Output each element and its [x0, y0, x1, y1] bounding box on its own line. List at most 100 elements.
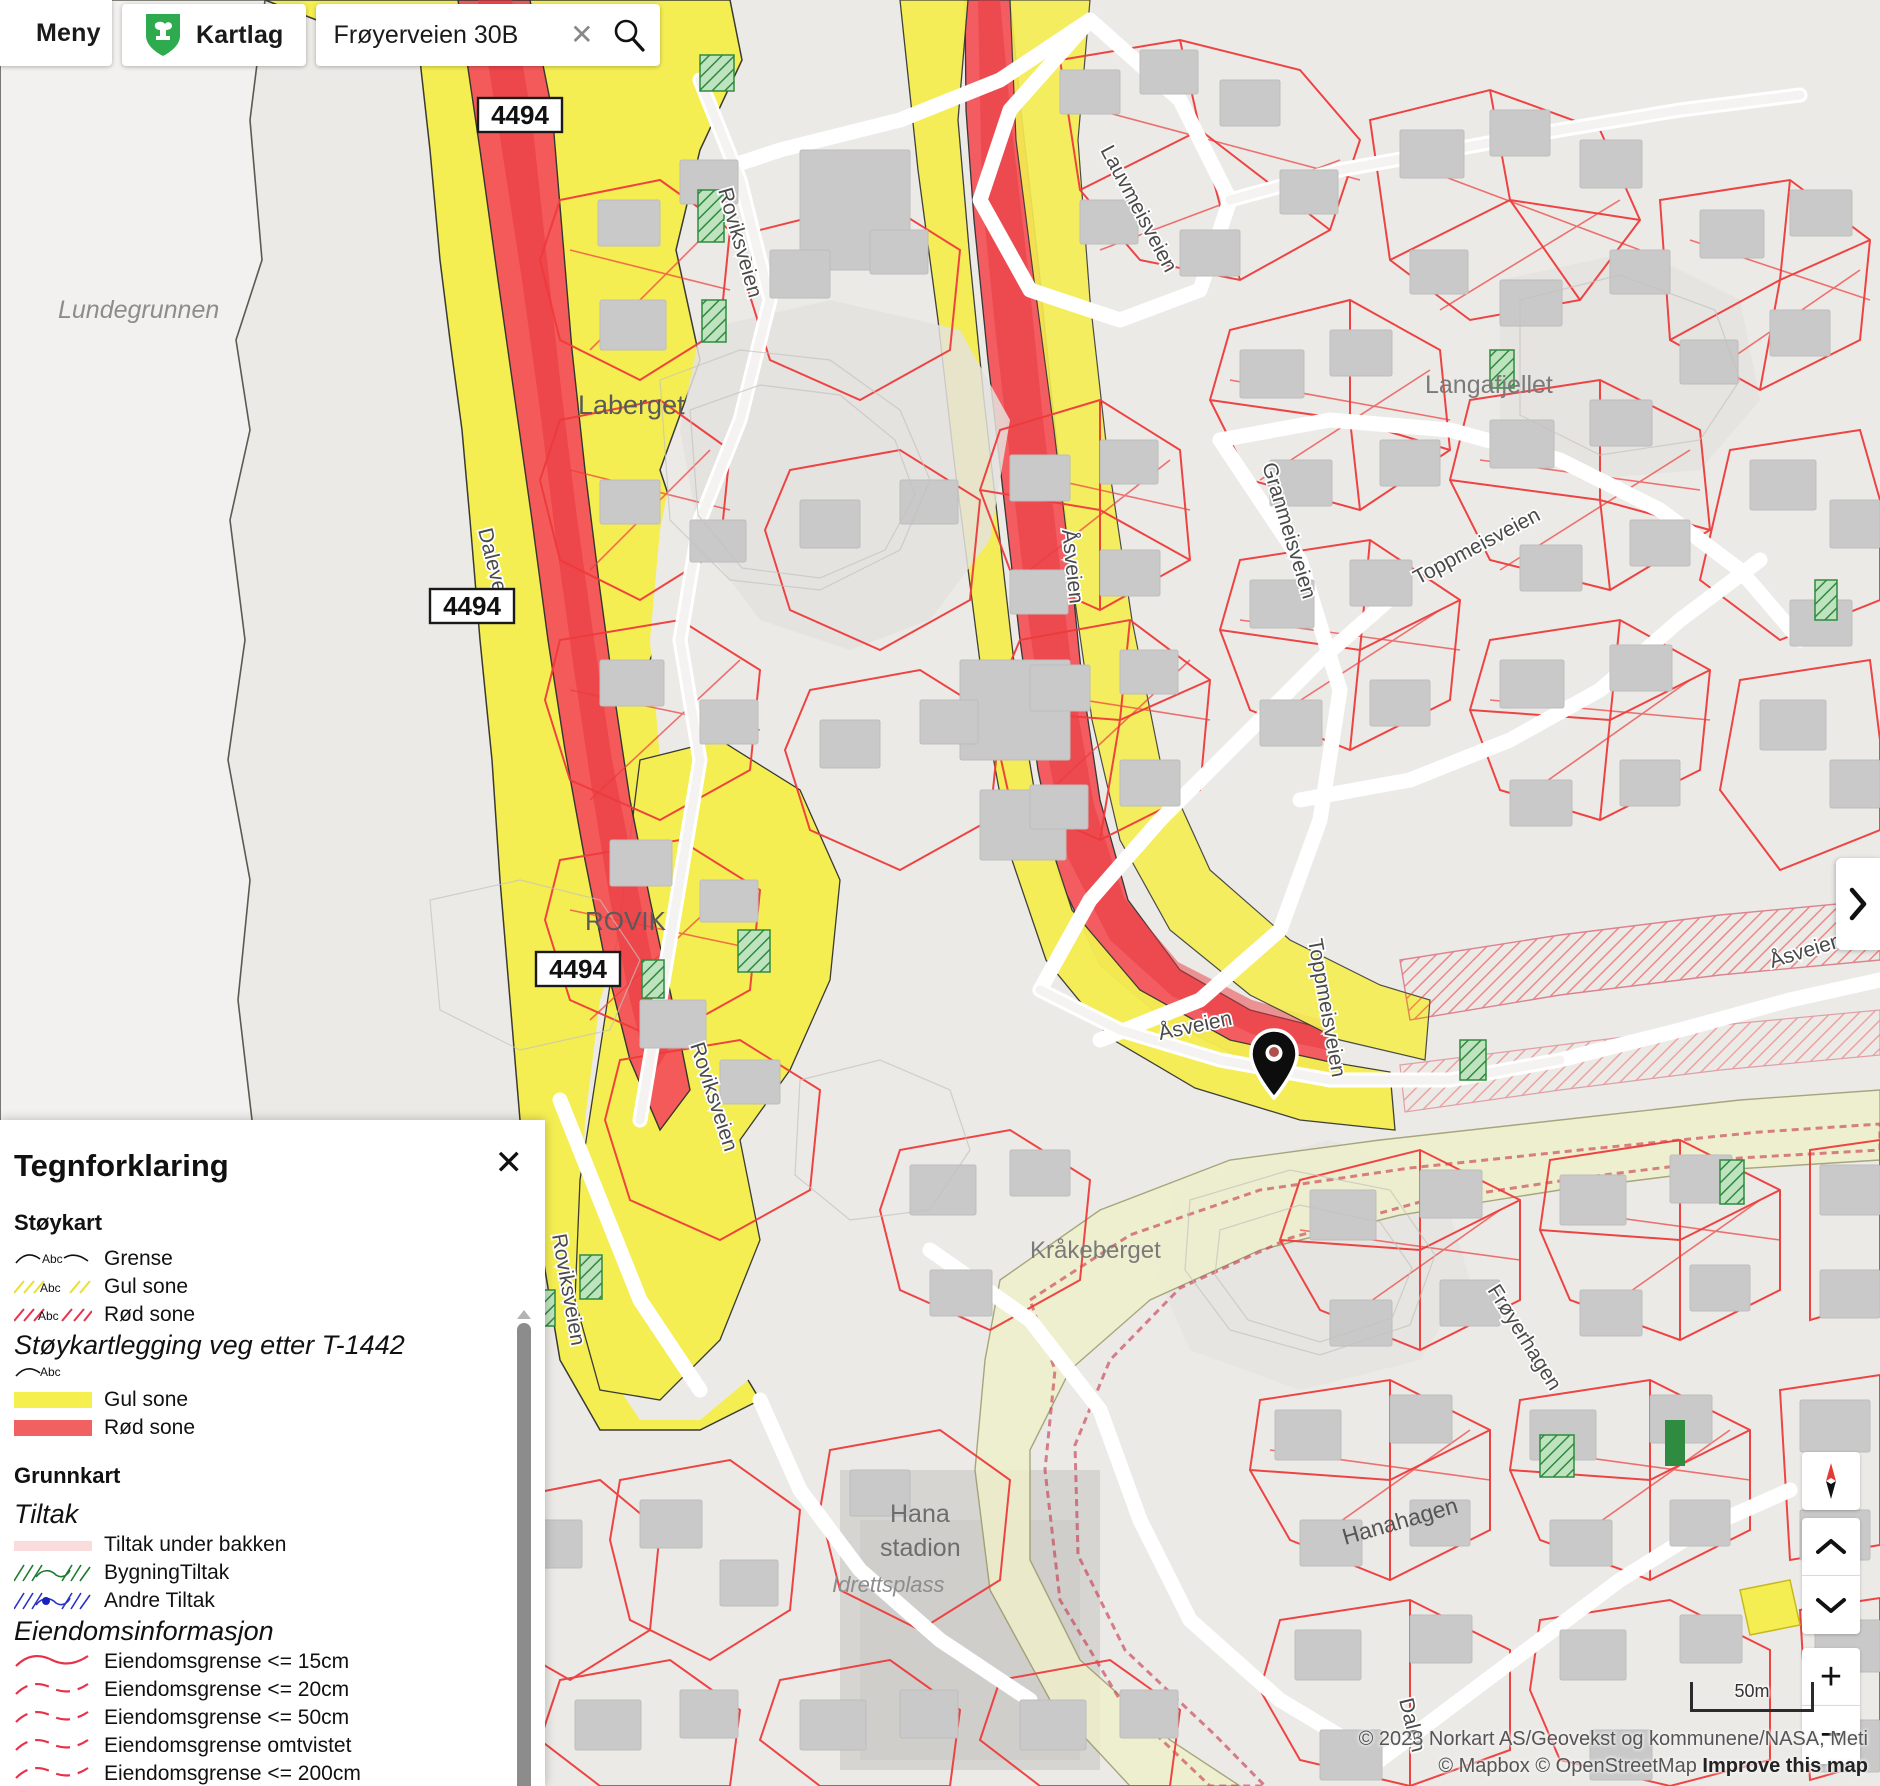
map-controls: + − — [1802, 1452, 1860, 1764]
compass-button[interactable] — [1802, 1452, 1860, 1510]
line-label-abc-icon: Abc — [14, 1247, 92, 1271]
legend-subheading: Støykartlegging veg etter T-1442 — [14, 1330, 405, 1360]
search-icon[interactable] — [612, 18, 646, 52]
search-box[interactable]: ✕ — [315, 4, 660, 66]
map-attribution: © 2023 Norkart AS/Geovekst og kommunene/… — [1359, 1726, 1868, 1780]
legend-item-label: Eiendomsgrense <= 20cm — [104, 1678, 350, 1701]
search-input[interactable] — [333, 20, 559, 50]
scale-bar-label: 50m — [1734, 1681, 1770, 1701]
improve-this-map-link[interactable]: Improve this map — [1702, 1755, 1868, 1777]
shield-logo-icon — [144, 12, 182, 58]
map-pin-marker[interactable] — [1248, 1028, 1300, 1101]
line-label-abc-icon: Abc — [14, 1362, 92, 1386]
legend-body: Støykart Abc Grense Abc Gul sone Abc Rød… — [0, 1190, 545, 1786]
swatch-pink-icon — [14, 1533, 92, 1557]
map-place-label: Laberget — [578, 390, 685, 420]
legend-item[interactable]: Rød sone — [14, 1415, 505, 1441]
legend-item[interactable]: Andre Tiltak — [14, 1588, 505, 1614]
tilt-down-button[interactable] — [1802, 1576, 1860, 1634]
map-place-label: Lundegrunnen — [58, 296, 219, 324]
map-place-label: Idrettsplass — [832, 1572, 945, 1597]
legend-item-label: Eiendomsgrense omtvistet — [104, 1734, 352, 1757]
road-shield-label: 4494 — [549, 954, 607, 984]
hatch-red-abc-icon: Abc — [14, 1303, 92, 1327]
legend-item-label: Eiendomsgrense <= 200cm — [104, 1762, 361, 1785]
legend-item-label: BygningTiltak — [104, 1561, 230, 1584]
kartlag-button[interactable]: Kartlag — [122, 4, 306, 66]
legend-item-label: Tiltak under bakken — [104, 1533, 287, 1556]
legend-header: Tegnforklaring ✕ — [0, 1120, 545, 1190]
legend-subheading: Eiendomsinformasjon — [14, 1616, 274, 1646]
map-place-label: Langafjellet — [1425, 371, 1553, 399]
legend-title: Tegnforklaring — [14, 1148, 229, 1183]
kartlag-button-label: Kartlag — [196, 20, 284, 49]
legend-item[interactable]: BygningTiltak — [14, 1560, 505, 1586]
legend-item-label: Gul sone — [104, 1388, 189, 1411]
close-icon[interactable]: ✕ — [558, 21, 605, 49]
legend-panel: Tegnforklaring ✕ Støykart Abc Grense Abc… — [0, 1120, 545, 1786]
legend-item[interactable]: Gul sone — [14, 1387, 505, 1413]
road-shield: 4494 — [476, 96, 564, 134]
road-shield: 4494 — [534, 950, 622, 988]
legend-item[interactable]: Eiendomsgrense <= 50cm — [14, 1705, 505, 1731]
legend-item[interactable]: Abc Gul sone — [14, 1274, 505, 1300]
legend-sub-symbol-row: Abc — [14, 1363, 505, 1385]
swatch-red-icon — [14, 1416, 92, 1440]
attribution-line-2: © Mapbox © OpenStreetMap Improve this ma… — [1359, 1753, 1868, 1780]
map-place-label: Hana — [890, 1500, 950, 1528]
side-panel-toggle[interactable] — [1836, 858, 1880, 950]
menu-button-label: Meny — [36, 18, 101, 47]
svg-text:Abc: Abc — [40, 1365, 61, 1379]
curve-red-dash-icon — [14, 1762, 92, 1786]
legend-scrollbar[interactable] — [517, 1310, 531, 1786]
map-place-label: stadion — [880, 1534, 961, 1562]
legend-item[interactable]: Eiendomsgrense <= 20cm — [14, 1677, 505, 1703]
legend-item-label: Rød sone — [104, 1303, 196, 1326]
swatch-yellow-icon — [14, 1388, 92, 1412]
svg-text:Abc: Abc — [40, 1281, 61, 1295]
hatch-green-scribble-icon — [14, 1561, 92, 1585]
hatch-yellow-abc-icon: Abc — [14, 1275, 92, 1299]
legend-item-label: Gul sone — [104, 1275, 189, 1298]
legend-item-label: Eiendomsgrense <= 15cm — [104, 1650, 350, 1673]
map-application: Lundegrunnen Laberget ROVIK Langafjellet Krå… — [0, 0, 1880, 1786]
hatch-blue-scribble-icon — [14, 1589, 92, 1613]
chevron-up-icon — [1816, 1538, 1846, 1554]
curve-red-dash-icon — [14, 1678, 92, 1702]
legend-item-label: Grense — [104, 1247, 173, 1270]
menu-button[interactable]: Meny — [0, 0, 112, 66]
close-icon[interactable]: ✕ — [495, 1146, 524, 1180]
legend-item[interactable]: Abc Grense — [14, 1246, 505, 1272]
legend-item[interactable]: Eiendomsgrense <= 15cm — [14, 1649, 505, 1675]
svg-text:Abc: Abc — [38, 1309, 59, 1323]
chevron-right-icon — [1849, 887, 1867, 921]
compass-needle-icon — [1826, 1463, 1836, 1499]
road-shield: 4494 — [428, 587, 516, 625]
svg-text:Abc: Abc — [42, 1252, 63, 1266]
curve-red-dash-icon — [14, 1706, 92, 1730]
legend-item[interactable]: Eiendomsgrense omtvistet — [14, 1733, 505, 1759]
road-shield-label: 4494 — [491, 100, 549, 130]
tilt-up-button[interactable] — [1802, 1518, 1860, 1576]
road-shield-label: 4494 — [443, 591, 501, 621]
scroll-up-arrow-icon[interactable] — [517, 1310, 531, 1319]
curve-red-solid-icon — [14, 1650, 92, 1674]
scrollbar-thumb[interactable] — [517, 1323, 531, 1786]
top-toolbar: Meny Kartlag ✕ — [0, 0, 660, 66]
legend-group-heading: Grunnkart — [14, 1463, 121, 1488]
map-place-label: Kråkeberget — [1030, 1237, 1161, 1264]
attribution-line-2-text: © Mapbox © OpenStreetMap — [1438, 1755, 1703, 1777]
legend-item[interactable]: Abc Rød sone — [14, 1302, 505, 1328]
chevron-down-icon — [1816, 1598, 1846, 1613]
legend-item[interactable]: Tiltak under bakken — [14, 1532, 505, 1558]
legend-subheading: Tiltak — [14, 1499, 79, 1529]
attribution-line-1: © 2023 Norkart AS/Geovekst og kommunene/… — [1358, 1728, 1868, 1750]
zoom-in-label: + — [1819, 1655, 1843, 1698]
legend-item-label: Rød sone — [104, 1416, 196, 1439]
legend-group-heading: Støykart — [14, 1210, 103, 1235]
map-place-label: ROVIK — [585, 906, 667, 936]
legend-item-label: Andre Tiltak — [104, 1589, 215, 1612]
legend-item[interactable]: Eiendomsgrense <= 200cm — [14, 1761, 505, 1786]
scale-bar: 50m — [1690, 1681, 1814, 1712]
legend-item-label: Eiendomsgrense <= 50cm — [104, 1706, 350, 1729]
